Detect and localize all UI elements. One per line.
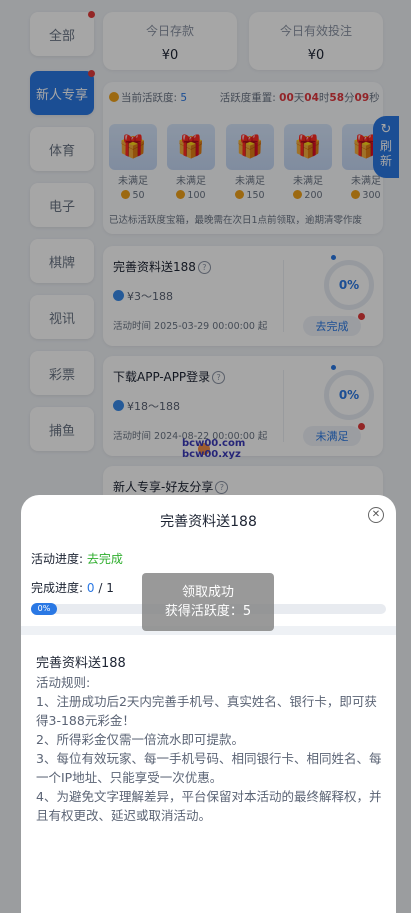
progress-label: 活动进度: (31, 552, 84, 566)
completion-total: 1 (106, 581, 114, 595)
rule-item: 1、注册成功后2天内完善手机号、真实姓名、银行卡，即可获得3-188元彩金！ (36, 694, 377, 728)
rules-subtitle: 活动规则: (36, 675, 91, 690)
progress-bar-fill: 0% (31, 603, 57, 615)
rules-title: 完善资料送188 (36, 656, 126, 671)
activity-progress-row: 活动进度: 去完成 (31, 550, 123, 567)
completion-label: 完成进度: (31, 581, 84, 595)
rule-item: 2、所得彩金仅需一倍流水即可提款。 (36, 732, 244, 747)
toast-title: 领取成功 (181, 585, 234, 600)
rules-section: 完善资料送188 活动规则: 1、注册成功后2天内完善手机号、真实姓名、银行卡，… (36, 652, 386, 825)
close-icon[interactable]: ✕ (368, 507, 384, 523)
sheet-title: 完善资料送188 (160, 514, 257, 530)
rule-item: 3、每位有效玩家、每一手机号码、相同银行卡、相同姓名、每一个IP地址、只能享受一… (36, 751, 382, 785)
success-toast: 领取成功 获得活跃度：5 (142, 573, 274, 631)
completion-separator: / (94, 581, 107, 595)
progress-status-link[interactable]: 去完成 (87, 552, 123, 566)
toast-message: 获得活跃度：5 (164, 604, 252, 619)
completion-current: 0 (86, 581, 95, 595)
activity-detail-sheet: 完善资料送188 ✕ 活动进度: 去完成 完成进度: 0 / 1 0% 完善资料… (21, 495, 396, 913)
progress-bar-text: 0% (37, 604, 51, 613)
completion-row: 完成进度: 0 / 1 (31, 579, 114, 596)
rule-item: 4、为避免文字理解差异，平台保留对本活动的最终解释权，并且有权更改、延迟或取消活… (36, 789, 382, 823)
